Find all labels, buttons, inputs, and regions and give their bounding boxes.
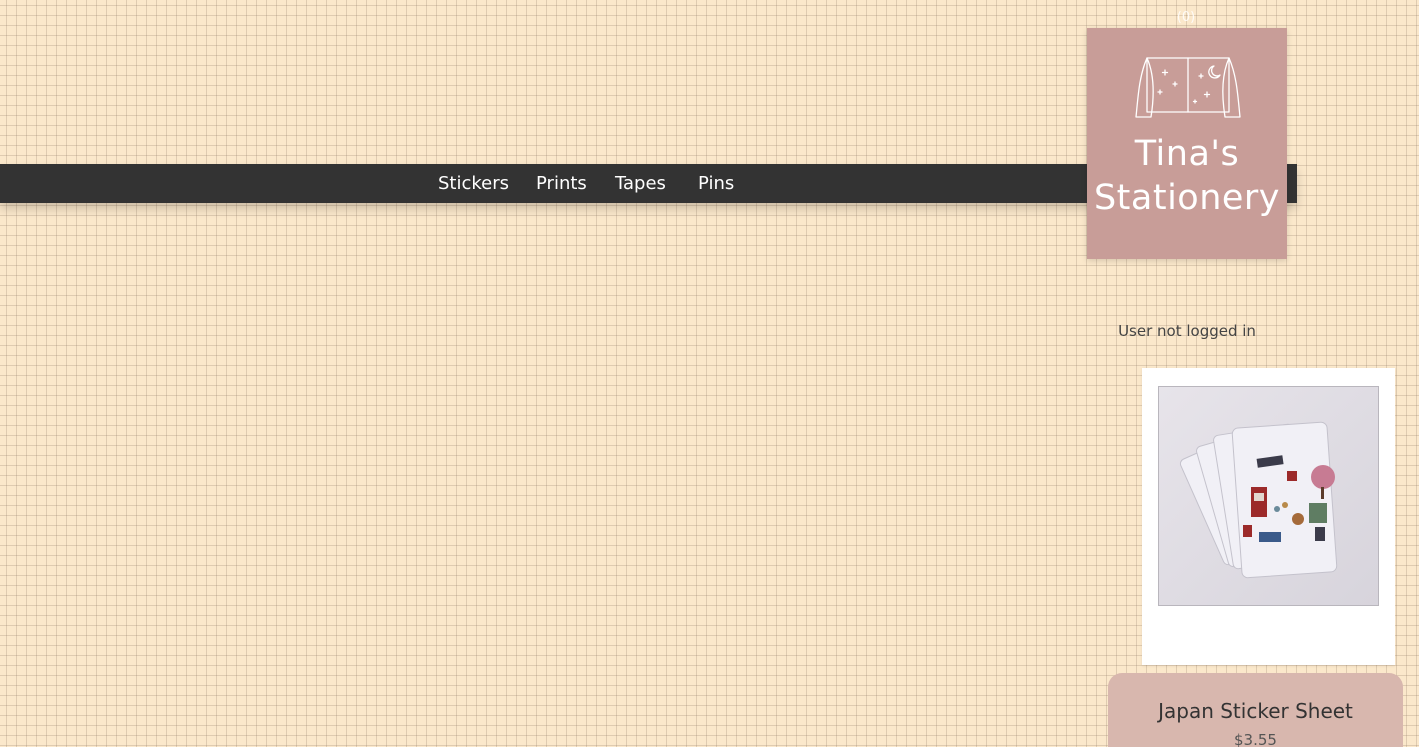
site-title-line-1: Tina's bbox=[1134, 134, 1240, 174]
site-title-line-2: Stationery bbox=[1093, 178, 1281, 218]
site-title: Tina's Stationery bbox=[1087, 132, 1287, 220]
night-window-icon bbox=[1135, 57, 1241, 118]
nav-item-stickers[interactable]: Stickers bbox=[438, 164, 509, 203]
nav-item-tapes[interactable]: Tapes bbox=[615, 164, 666, 203]
nav-item-pins[interactable]: Pins bbox=[698, 164, 734, 203]
logo-card[interactable]: Tina's Stationery bbox=[1087, 28, 1287, 259]
nav-item-prints[interactable]: Prints bbox=[536, 164, 587, 203]
product-card[interactable] bbox=[1142, 368, 1395, 665]
product-price: $3.55 bbox=[1234, 731, 1277, 747]
cart-count[interactable]: (0) bbox=[1176, 8, 1196, 28]
login-status: User not logged in bbox=[1118, 322, 1256, 340]
product-info: Japan Sticker Sheet $3.55 bbox=[1108, 673, 1403, 747]
product-image[interactable] bbox=[1158, 386, 1379, 606]
sticker-sheet-image bbox=[1179, 421, 1338, 579]
product-name[interactable]: Japan Sticker Sheet bbox=[1108, 699, 1403, 723]
